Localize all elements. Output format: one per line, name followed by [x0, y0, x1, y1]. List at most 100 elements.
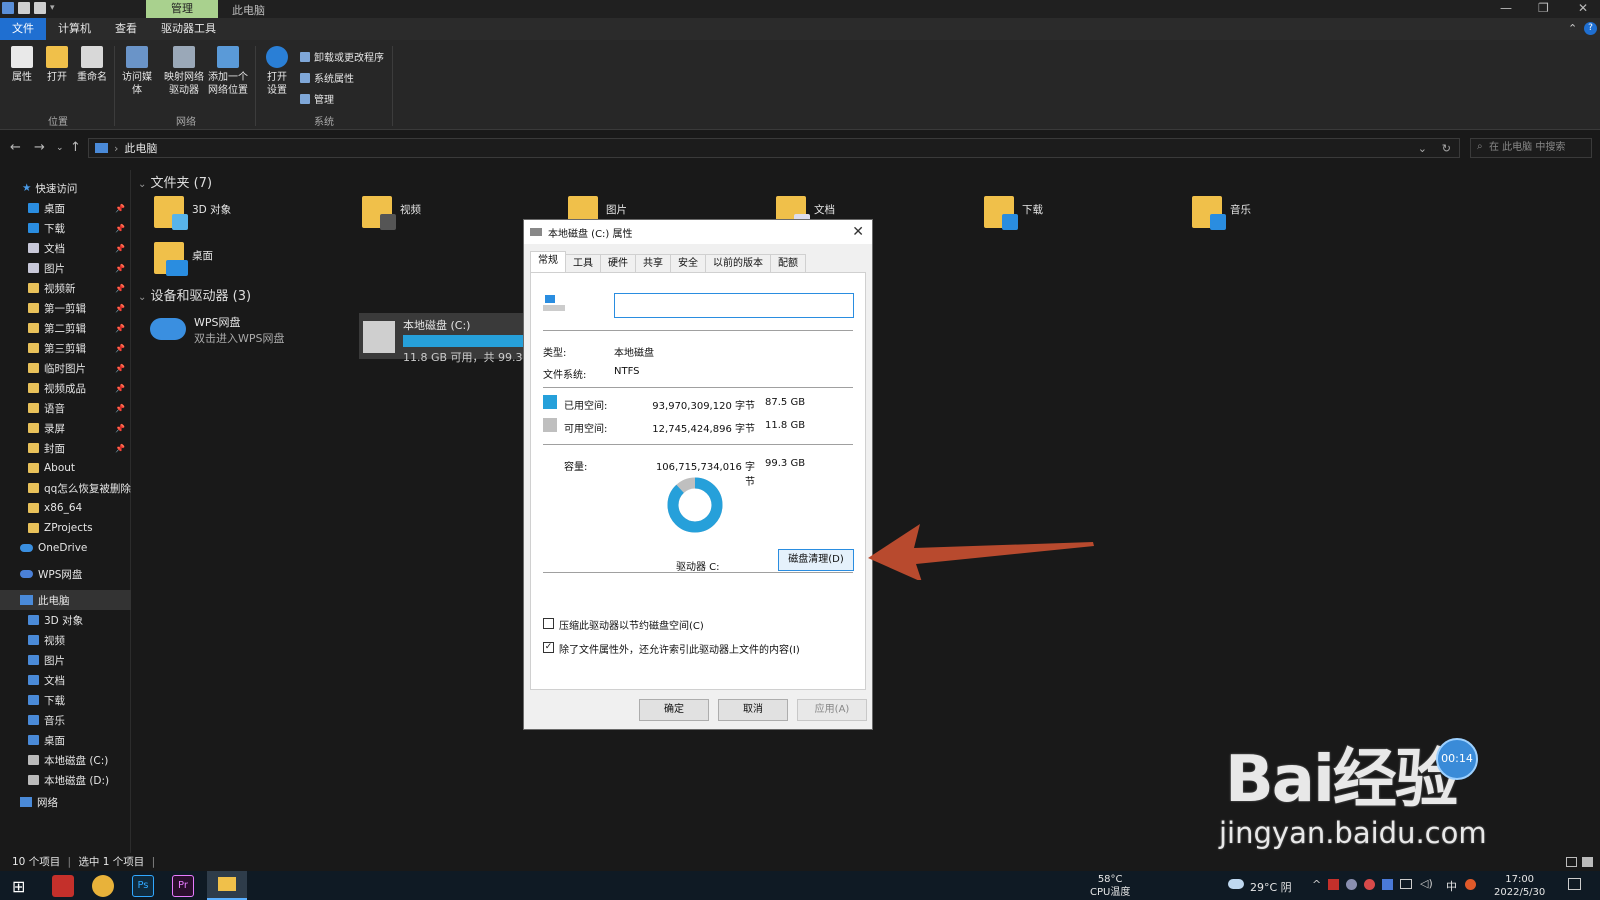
volume-icon[interactable]: ◁): [1420, 877, 1433, 890]
computer-icon[interactable]: [2, 2, 14, 14]
manage-context-tab[interactable]: 管理: [146, 0, 218, 18]
devices-section-header[interactable]: ⌄ 设备和驱动器 (3): [138, 285, 251, 304]
system-properties-button[interactable]: 系统属性: [300, 70, 354, 85]
recent-locations-icon[interactable]: ⌄: [56, 143, 64, 153]
properties-button[interactable]: 属性: [5, 46, 39, 84]
open-button[interactable]: 打开: [40, 46, 74, 84]
folder-downloads[interactable]: 下载: [984, 196, 1043, 230]
sidebar-onedrive[interactable]: OneDrive: [0, 538, 131, 558]
large-icons-view-icon[interactable]: [1582, 857, 1593, 867]
ok-button[interactable]: 确定: [639, 699, 709, 721]
rename-button[interactable]: 重命名: [75, 46, 109, 84]
tab-file[interactable]: 文件: [0, 18, 46, 40]
manage-button[interactable]: 管理: [300, 91, 334, 106]
address-bar[interactable]: › 此电脑 ⌄ ↻: [88, 138, 1460, 158]
sidebar-item[interactable]: 第三剪辑 📌: [0, 338, 131, 358]
sidebar-pc-item[interactable]: 视频: [0, 630, 131, 650]
folders-section-header[interactable]: ⌄ 文件夹 (7): [138, 172, 212, 191]
disk-cleanup-button[interactable]: 磁盘清理(D): [778, 549, 854, 571]
breadcrumb-this-pc[interactable]: 此电脑: [124, 140, 157, 156]
sidebar-pc-item[interactable]: 本地磁盘 (C:): [0, 750, 131, 770]
details-view-icon[interactable]: [1566, 857, 1577, 867]
open-settings-button[interactable]: 打开 设置: [260, 46, 294, 97]
sidebar-item[interactable]: 文档 📌: [0, 238, 131, 258]
chevron-down-icon[interactable]: ⌄: [1418, 142, 1427, 155]
ime-indicator[interactable]: 中: [1446, 878, 1457, 894]
tab-general[interactable]: 常规: [530, 251, 566, 272]
tab-sharing[interactable]: 共享: [635, 254, 671, 272]
folder-3d-objects[interactable]: 3D 对象: [154, 196, 231, 230]
sidebar-pc-item[interactable]: 文档: [0, 670, 131, 690]
tab-tools[interactable]: 工具: [565, 254, 601, 272]
tab-drive-tools[interactable]: 驱动器工具: [149, 18, 228, 40]
sidebar-pc-item[interactable]: 桌面: [0, 730, 131, 750]
sidebar-pc-item[interactable]: 下载: [0, 690, 131, 710]
sidebar-item[interactable]: 视频成品 📌: [0, 378, 131, 398]
add-network-location-button[interactable]: 添加一个 网络位置: [208, 46, 248, 97]
forward-icon[interactable]: →: [34, 140, 45, 155]
wps-office-icon[interactable]: [52, 875, 74, 897]
tab-security[interactable]: 安全: [670, 254, 706, 272]
close-window-icon[interactable]: ✕: [1578, 1, 1588, 15]
sidebar-network[interactable]: 网络: [0, 792, 131, 812]
sidebar-item[interactable]: 录屏 📌: [0, 418, 131, 438]
customize-toolbar-icon[interactable]: ▾: [50, 3, 55, 13]
sidebar-item[interactable]: 第二剪辑 📌: [0, 318, 131, 338]
sogou-icon[interactable]: [1465, 879, 1476, 890]
index-checkbox[interactable]: ✓: [543, 642, 554, 653]
minimize-icon[interactable]: —: [1500, 1, 1512, 15]
tab-quota[interactable]: 配额: [770, 254, 806, 272]
tab-hardware[interactable]: 硬件: [600, 254, 636, 272]
sidebar-item[interactable]: 封面 📌: [0, 438, 131, 458]
up-icon[interactable]: ↑: [70, 140, 81, 155]
apply-button[interactable]: 应用(A): [797, 699, 867, 721]
wps-tray-icon[interactable]: [1328, 879, 1339, 890]
cancel-button[interactable]: 取消: [718, 699, 788, 721]
compress-checkbox[interactable]: [543, 618, 554, 629]
sidebar-item[interactable]: 桌面 📌: [0, 198, 131, 218]
refresh-icon[interactable]: ↻: [1442, 142, 1451, 155]
weather-text[interactable]: 29°C 阴: [1250, 879, 1292, 895]
wps-drive[interactable]: WPS网盘 双击进入WPS网盘: [150, 312, 285, 346]
tab-previous-versions[interactable]: 以前的版本: [705, 254, 771, 272]
sidebar-item[interactable]: 语音 📌: [0, 398, 131, 418]
sidebar-item[interactable]: ZProjects: [0, 518, 131, 538]
close-icon[interactable]: ✕: [852, 224, 864, 240]
folder-desktop[interactable]: 桌面: [154, 242, 213, 276]
sidebar-item[interactable]: 视频新 📌: [0, 278, 131, 298]
clock[interactable]: 17:00 2022/5/30: [1494, 873, 1545, 899]
sidebar-item[interactable]: x86_64: [0, 498, 131, 518]
sidebar-wps[interactable]: WPS网盘: [0, 564, 131, 584]
tab-computer[interactable]: 计算机: [46, 18, 103, 40]
help-icon[interactable]: ?: [1584, 22, 1597, 35]
collapse-ribbon-icon[interactable]: ⌃: [1568, 22, 1577, 35]
sidebar-item[interactable]: qq怎么恢复被删除: [0, 478, 131, 498]
restore-icon[interactable]: ❐: [1538, 1, 1549, 15]
sidebar-this-pc[interactable]: 此电脑: [0, 590, 131, 610]
tray-app-icon[interactable]: [1346, 879, 1357, 890]
sidebar-pc-item[interactable]: 图片: [0, 650, 131, 670]
sidebar-pc-item[interactable]: 本地磁盘 (D:): [0, 770, 131, 790]
sidebar-pc-item[interactable]: 音乐: [0, 710, 131, 730]
search-input[interactable]: 在 此电脑 中搜索: [1470, 138, 1592, 158]
uninstall-button[interactable]: 卸载或更改程序: [300, 49, 384, 64]
windows-start-icon[interactable]: ⊞: [12, 877, 25, 896]
sidebar-item[interactable]: 下载 📌: [0, 218, 131, 238]
tab-view[interactable]: 查看: [103, 18, 149, 40]
sidebar-item[interactable]: 图片 📌: [0, 258, 131, 278]
shield-icon[interactable]: [1382, 879, 1393, 890]
properties-quick-icon[interactable]: [18, 2, 30, 14]
sidebar-pc-item[interactable]: 3D 对象: [0, 610, 131, 630]
premiere-icon[interactable]: Pr: [172, 875, 194, 897]
back-icon[interactable]: ←: [10, 140, 21, 155]
volume-label-input[interactable]: [614, 293, 854, 318]
sidebar-item[interactable]: About: [0, 458, 131, 478]
chrome-icon[interactable]: [92, 875, 114, 897]
notification-icon[interactable]: [1568, 878, 1581, 890]
sidebar-item[interactable]: 第一剪辑 📌: [0, 298, 131, 318]
new-folder-quick-icon[interactable]: [34, 2, 46, 14]
qq-tray-icon[interactable]: [1364, 879, 1375, 890]
folder-videos[interactable]: 视频: [362, 196, 421, 230]
map-network-drive-button[interactable]: 映射网络 驱动器: [164, 46, 204, 97]
folder-music[interactable]: 音乐: [1192, 196, 1251, 230]
